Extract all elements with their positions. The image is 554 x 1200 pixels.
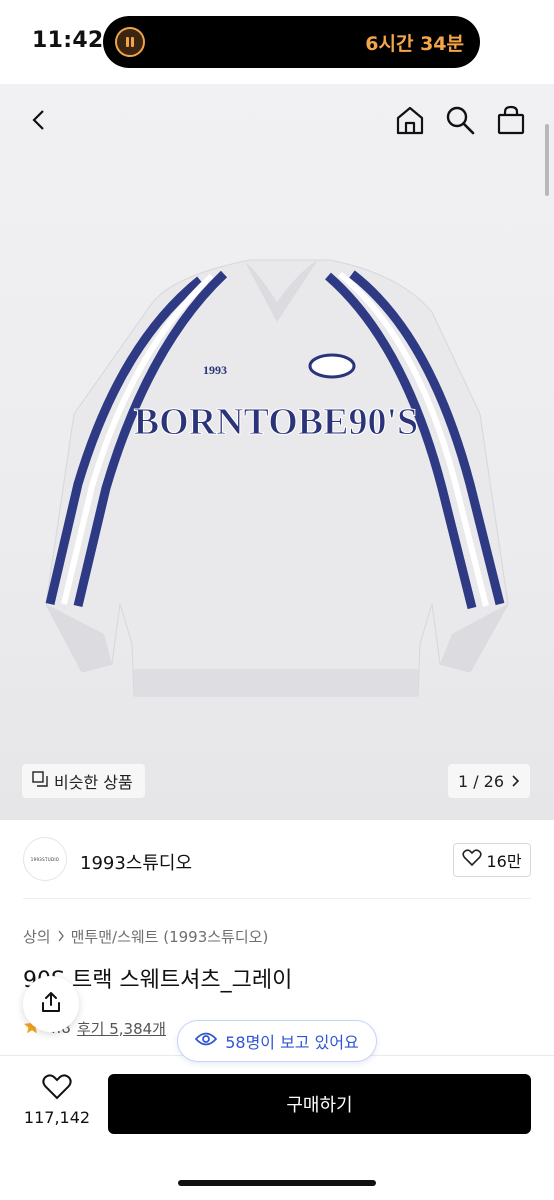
divider — [23, 898, 531, 899]
eye-icon — [195, 1031, 218, 1051]
share-button[interactable] — [23, 976, 79, 1032]
chevron-right-icon — [57, 928, 65, 946]
breadcrumb: 상의 맨투맨/스웨트 (1993스튜디오) — [23, 926, 268, 947]
store-name[interactable]: 1993스튜디오 — [80, 849, 192, 875]
breadcrumb-item[interactable]: 맨투맨/스웨트 (1993스튜디오) — [71, 926, 269, 947]
store-like-count: 16만 — [486, 852, 522, 871]
heart-icon — [42, 1074, 72, 1104]
home-icon[interactable] — [392, 102, 428, 138]
wishlist-button[interactable]: 117,142 — [22, 1074, 92, 1127]
chest-number-print: 1993 — [203, 363, 227, 377]
store-avatar-text: 1993STUDIO — [30, 856, 60, 862]
breadcrumb-item[interactable]: 상의 — [23, 926, 51, 947]
chevron-left-icon[interactable] — [22, 102, 58, 138]
copy-icon — [32, 771, 48, 791]
product-image[interactable]: BORNTOBE90'S 1993 — [0, 84, 554, 820]
shopping-bag-icon[interactable] — [493, 102, 529, 138]
heart-icon — [462, 849, 483, 871]
viewers-text: 58명이 보고 있어요 — [225, 1033, 359, 1052]
store-avatar[interactable]: 1993STUDIO — [23, 837, 67, 881]
dynamic-island[interactable]: 6시간 34분 — [103, 16, 480, 68]
pause-icon[interactable] — [115, 27, 145, 57]
scroll-indicator[interactable] — [545, 124, 549, 196]
page-counter-label: 1 / 26 — [457, 771, 505, 791]
wishlist-count: 117,142 — [23, 1108, 91, 1127]
chest-badge — [308, 353, 356, 379]
review-link[interactable]: 후기 5,384개 — [77, 1018, 166, 1039]
chevron-right-icon — [510, 772, 520, 791]
buy-button[interactable]: 구매하기 — [108, 1074, 531, 1134]
share-icon — [39, 990, 63, 1018]
image-page-counter[interactable]: 1 / 26 — [448, 764, 530, 798]
sweatshirt-illustration: BORNTOBE90'S 1993 — [45, 259, 509, 697]
viewers-badge[interactable]: 58명이 보고 있어요 — [177, 1020, 377, 1062]
status-bar: 11:42 6시간 34분 — [0, 0, 554, 84]
search-icon[interactable] — [442, 102, 478, 138]
store-like-button[interactable]: 16만 — [453, 843, 531, 877]
top-nav — [0, 84, 554, 156]
home-indicator[interactable] — [178, 1180, 376, 1186]
similar-products-label: 비슷한 상품 — [54, 773, 133, 792]
chest-print: BORNTOBE90'S — [134, 401, 418, 443]
island-timer: 6시간 34분 — [365, 33, 464, 55]
similar-products-button[interactable]: 비슷한 상품 — [22, 764, 145, 798]
status-time: 11:42 — [32, 28, 104, 53]
